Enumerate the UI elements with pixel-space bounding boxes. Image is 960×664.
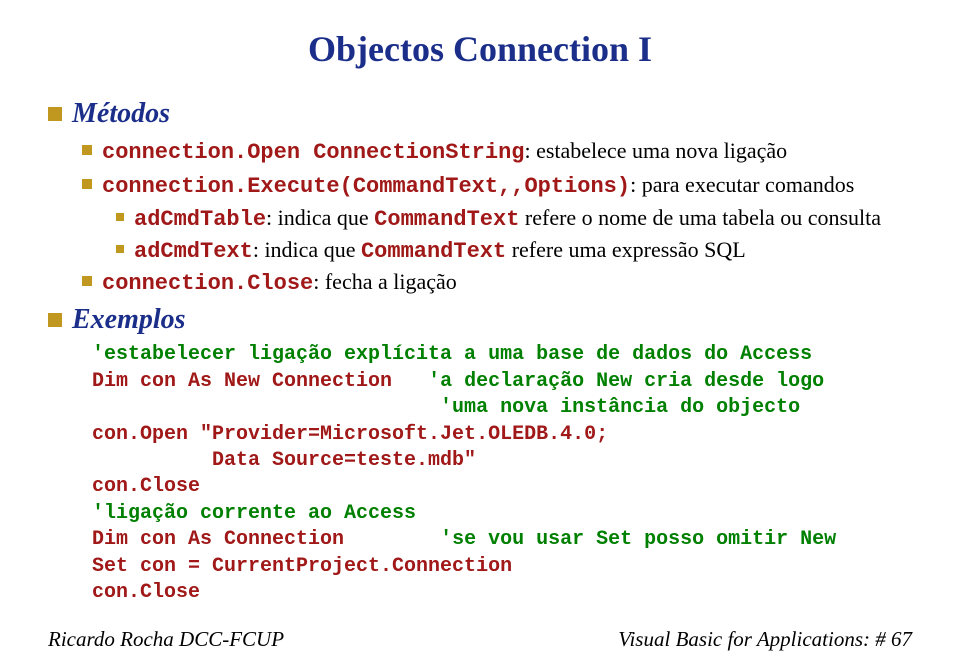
- code-inline: adCmdTable: [134, 207, 266, 232]
- text: : para executar comandos: [630, 172, 854, 197]
- section-exemplos: Exemplos: [48, 304, 912, 336]
- code-inline: CommandText: [374, 207, 519, 232]
- bullet-icon: [116, 213, 124, 221]
- code-inline: CommandText: [361, 239, 506, 264]
- slide-title: Objectos Connection I: [48, 28, 912, 70]
- code-inline: connection.Close: [102, 271, 313, 296]
- bullet-icon: [82, 179, 92, 189]
- code-inline: connection.Execute(CommandText,,Options): [102, 174, 630, 199]
- text: : indica que: [266, 205, 374, 230]
- bullet-icon: [48, 107, 62, 121]
- method-item: connection.Close: fecha a ligação: [82, 267, 912, 299]
- text: : indica que: [253, 237, 361, 262]
- sub-item: adCmdText: indica que CommandText refere…: [116, 235, 912, 267]
- sub-text: adCmdTable: indica que CommandText refer…: [134, 203, 881, 235]
- method-text: connection.Close: fecha a ligação: [102, 267, 457, 299]
- text: : fecha a ligação: [313, 269, 457, 294]
- method-text: connection.Execute(CommandText,,Options)…: [102, 170, 854, 202]
- code-block: 'estabelecer ligação explícita a uma bas…: [92, 342, 912, 606]
- method-item: connection.Open ConnectionString: estabe…: [82, 136, 912, 168]
- text: : estabelece uma nova ligação: [524, 138, 787, 163]
- bullet-icon: [82, 145, 92, 155]
- bullet-icon: [48, 313, 62, 327]
- text: refere uma expressão SQL: [506, 237, 745, 262]
- slide-footer: Ricardo Rocha DCC-FCUP Visual Basic for …: [48, 627, 912, 652]
- sub-text: adCmdText: indica que CommandText refere…: [134, 235, 746, 267]
- section-heading: Exemplos: [72, 304, 186, 336]
- method-text: connection.Open ConnectionString: estabe…: [102, 136, 787, 168]
- sub-item: adCmdTable: indica que CommandText refer…: [116, 203, 912, 235]
- code-inline: connection.Open ConnectionString: [102, 140, 524, 165]
- method-item: connection.Execute(CommandText,,Options)…: [82, 170, 912, 202]
- bullet-icon: [82, 276, 92, 286]
- text: refere o nome de uma tabela ou consulta: [519, 205, 881, 230]
- section-metodos: Métodos: [48, 98, 912, 130]
- footer-left: Ricardo Rocha DCC-FCUP: [48, 627, 284, 652]
- section-heading: Métodos: [72, 98, 170, 130]
- code-inline: adCmdText: [134, 239, 253, 264]
- bullet-icon: [116, 245, 124, 253]
- footer-right: Visual Basic for Applications: # 67: [618, 627, 912, 652]
